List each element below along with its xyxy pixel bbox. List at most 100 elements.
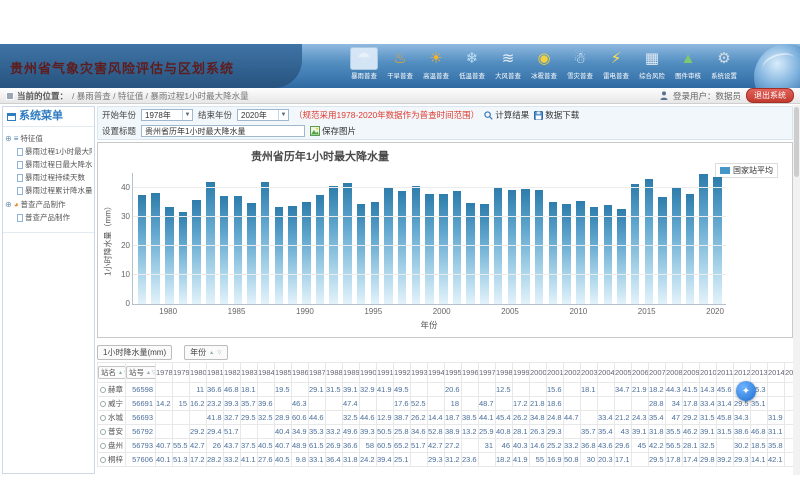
station-id-header[interactable]: 站号▲▽ (126, 363, 156, 383)
year-column-header[interactable]: 1993 (411, 363, 428, 383)
row-radio[interactable] (100, 401, 106, 407)
year-column-header[interactable]: 1981 (207, 363, 224, 383)
bar-2011[interactable] (590, 207, 598, 304)
tree-toggle-icon[interactable]: ⊕ (5, 200, 12, 209)
year-column-header[interactable]: 2006 (632, 363, 649, 383)
year-sort-chip[interactable]: 年份 ▲ ▽ (184, 345, 228, 360)
year-column-header[interactable]: 2004 (598, 363, 615, 383)
bar-1987[interactable] (261, 182, 269, 304)
sort-arrows-icon[interactable]: ▲ ▽ (209, 350, 222, 356)
nav-item-lightning-survey[interactable]: ⚡雷电普查 (598, 47, 634, 81)
sort-arrows-icon[interactable]: ▲▽ (146, 370, 156, 376)
row-radio[interactable] (100, 457, 106, 463)
year-column-header[interactable]: 1986 (292, 363, 309, 383)
chart-title-input[interactable] (141, 125, 305, 137)
bar-1999[interactable] (425, 194, 433, 304)
bar-2016[interactable] (658, 197, 666, 304)
bar-1991[interactable] (316, 195, 324, 304)
sort-arrows-icon[interactable]: ▲▽ (118, 370, 126, 376)
tree-item[interactable]: 暴雨过程1小时最大降水量 (17, 146, 92, 157)
year-column-header[interactable]: 1990 (360, 363, 377, 383)
bar-2012[interactable] (604, 205, 612, 304)
bar-2018[interactable] (686, 194, 694, 304)
year-column-header[interactable]: 1983 (241, 363, 258, 383)
year-column-header[interactable]: 1995 (445, 363, 462, 383)
tree-toggle-icon[interactable]: ⊕ (5, 134, 12, 143)
year-column-header[interactable]: 1987 (309, 363, 326, 383)
bar-2005[interactable] (508, 190, 516, 304)
year-column-header[interactable]: 1997 (479, 363, 496, 383)
tree-item[interactable]: 普查产品制作 (17, 212, 92, 223)
row-radio[interactable] (100, 415, 106, 421)
year-column-header[interactable]: 2000 (530, 363, 547, 383)
bar-1988[interactable] (275, 207, 283, 304)
value-field-chip[interactable]: 1小时降水量(mm) (97, 345, 172, 360)
bar-1994[interactable] (357, 204, 365, 304)
year-column-header[interactable]: 2015 (785, 363, 794, 383)
nav-item-rainstorm-survey[interactable]: ☂暴雨普查 (346, 47, 382, 81)
year-column-header[interactable]: 2011 (717, 363, 734, 383)
bar-2013[interactable] (617, 209, 625, 304)
bar-1995[interactable] (371, 202, 379, 304)
bar-1993[interactable] (343, 183, 351, 304)
bar-1986[interactable] (247, 203, 255, 304)
year-column-header[interactable]: 2001 (547, 363, 564, 383)
bar-2002[interactable] (466, 203, 474, 304)
year-column-header[interactable]: 2013 (751, 363, 768, 383)
nav-item-comprehensive-risk[interactable]: ▦综合风险 (634, 47, 670, 81)
bar-1980[interactable] (165, 207, 173, 304)
year-column-header[interactable]: 2005 (615, 363, 632, 383)
tree-item[interactable]: 暴雨过程持续天数 (17, 172, 92, 183)
nav-item-snow-survey[interactable]: ☃雪灾普查 (562, 47, 598, 81)
tree-group[interactable]: ⊕◕普查产品制作 (5, 199, 92, 210)
logout-button[interactable]: 退出系统 (746, 88, 794, 103)
year-column-header[interactable]: 1988 (326, 363, 343, 383)
bar-1997[interactable] (398, 191, 406, 304)
bar-2000[interactable] (439, 194, 447, 304)
end-year-select[interactable]: 2020年 ▼ (237, 109, 289, 121)
bar-1984[interactable] (220, 196, 228, 304)
year-column-header[interactable]: 1992 (394, 363, 411, 383)
station-id-header-chip[interactable]: 站号▲▽ (126, 366, 156, 379)
year-column-header[interactable]: 2002 (564, 363, 581, 383)
year-column-header[interactable]: 2012 (734, 363, 751, 383)
data-download-button[interactable]: 数据下载 (534, 109, 579, 121)
year-column-header[interactable]: 1984 (258, 363, 275, 383)
station-name-header[interactable]: 站名▲▽ (98, 363, 126, 383)
year-column-header[interactable]: 2010 (700, 363, 717, 383)
year-column-header[interactable]: 1982 (224, 363, 241, 383)
tree-item[interactable]: 暴雨过程累计降水量 (17, 185, 92, 196)
bar-2009[interactable] (562, 204, 570, 304)
bar-1979[interactable] (151, 193, 159, 304)
row-radio[interactable] (100, 387, 106, 393)
year-column-header[interactable]: 2009 (683, 363, 700, 383)
bar-2020[interactable] (713, 177, 721, 305)
bar-2019[interactable] (699, 174, 707, 304)
year-column-header[interactable]: 1979 (173, 363, 190, 383)
year-column-header[interactable]: 1991 (377, 363, 394, 383)
year-column-header[interactable]: 2014 (768, 363, 785, 383)
bar-1983[interactable] (206, 182, 214, 304)
year-column-header[interactable]: 2008 (666, 363, 683, 383)
bar-2006[interactable] (521, 189, 529, 304)
year-column-header[interactable]: 1985 (275, 363, 292, 383)
year-column-header[interactable]: 1989 (343, 363, 360, 383)
year-column-header[interactable]: 1978 (156, 363, 173, 383)
year-column-header[interactable]: 2003 (581, 363, 598, 383)
bar-2001[interactable] (453, 191, 461, 304)
tree-group[interactable]: ⊕≡特征值 (5, 133, 92, 144)
save-image-button[interactable]: 保存图片 (310, 125, 356, 137)
tree-item[interactable]: 暴雨过程日最大降水量 (17, 159, 92, 170)
bar-1981[interactable] (179, 212, 187, 304)
floating-widget-button[interactable]: ✦ (736, 381, 756, 401)
bar-2008[interactable] (549, 202, 557, 304)
nav-item-low-temp-survey[interactable]: ❄低温普查 (454, 47, 490, 81)
row-radio[interactable] (100, 429, 106, 435)
bar-1978[interactable] (138, 195, 146, 304)
year-column-header[interactable]: 1999 (513, 363, 530, 383)
bar-2003[interactable] (480, 204, 488, 304)
nav-item-wind-survey[interactable]: ≋大风普查 (490, 47, 526, 81)
bar-2015[interactable] (645, 179, 653, 304)
year-column-header[interactable]: 1998 (496, 363, 513, 383)
year-column-header[interactable]: 2007 (649, 363, 666, 383)
